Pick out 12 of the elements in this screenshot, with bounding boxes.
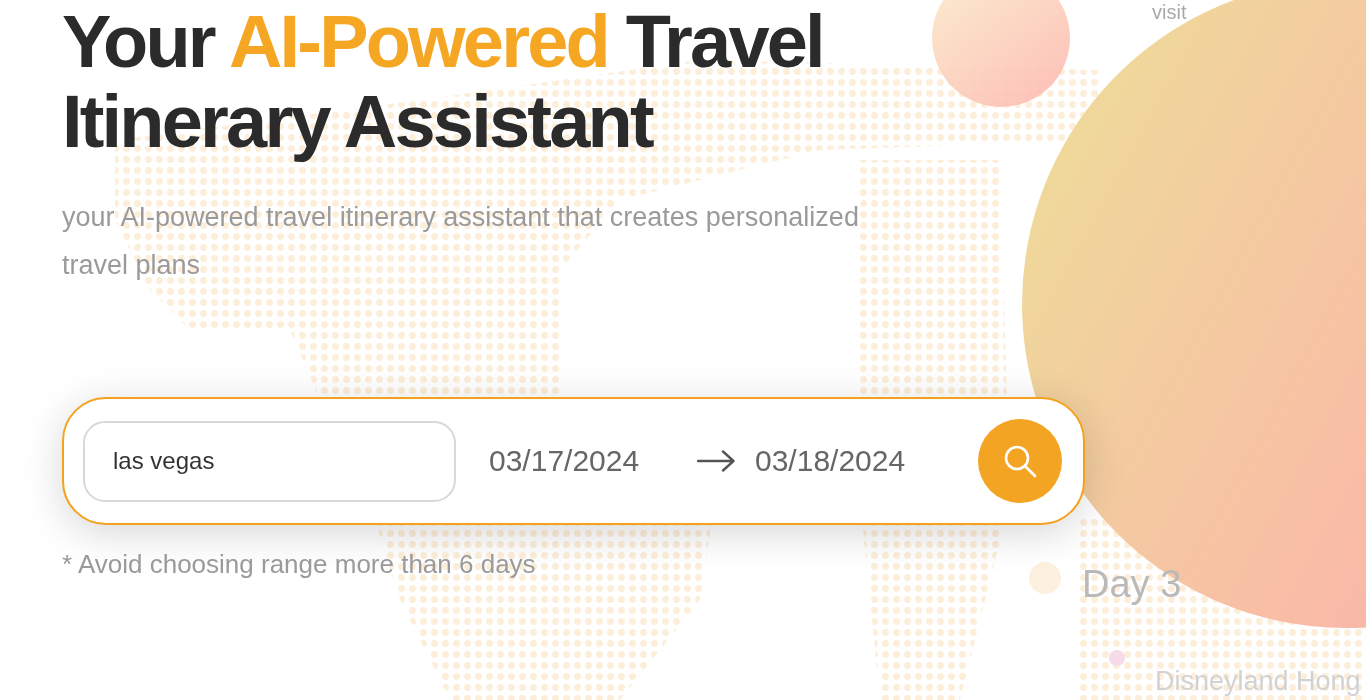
start-date-field[interactable]: 03/17/2024 xyxy=(489,439,651,483)
timeline-marker-icon xyxy=(1029,562,1061,594)
arrow-right-icon xyxy=(697,450,735,472)
search-icon xyxy=(1003,444,1037,478)
date-range-hint: * Avoid choosing range more than 6 days xyxy=(62,549,536,579)
destination-field[interactable]: las vegas xyxy=(83,420,456,502)
timeline-marker-icon xyxy=(1109,650,1125,666)
hero-subtitle: your AI-powered travel itinerary assistant that creates personalized travel plans xyxy=(62,201,860,282)
day-heading: Day 3 xyxy=(1082,562,1182,607)
end-date-field[interactable]: 03/18/2024 xyxy=(755,439,917,483)
hero-title: Your AI-Powered Travel Itinerary Assistant xyxy=(62,2,824,162)
activity-text: visit xyxy=(1152,0,1187,24)
